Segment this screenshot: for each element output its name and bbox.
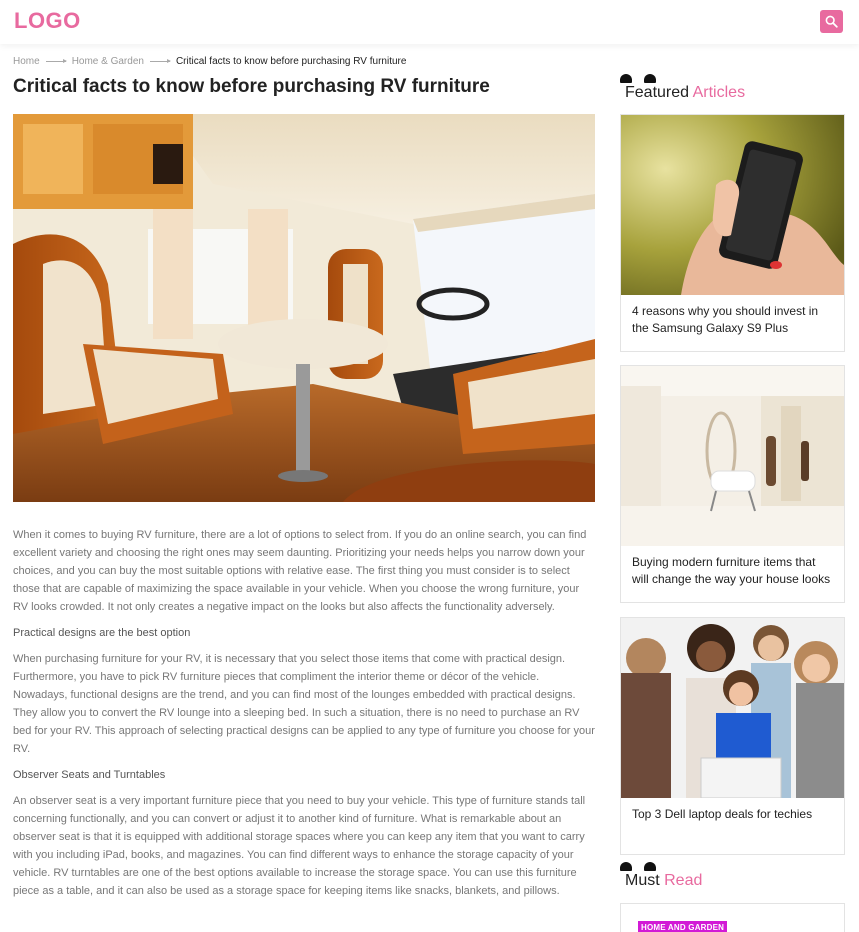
breadcrumb-current: Critical facts to know before purchasing…: [175, 56, 407, 67]
featured-card-image[interactable]: [621, 115, 844, 295]
article-paragraph: When it comes to buying RV furniture, th…: [13, 529, 587, 613]
article-body: When it comes to buying RV furniture, th…: [13, 526, 595, 908]
must-read-card[interactable]: HOME AND GARDEN: [620, 903, 845, 932]
featured-card[interactable]: Buying modern furniture items that will …: [620, 365, 845, 603]
breadcrumb-arrow-icon: [45, 59, 67, 63]
panda-ears-icon: [620, 862, 656, 872]
panda-ears-icon: [620, 74, 656, 84]
article-title: Critical facts to know before purchasing…: [13, 76, 490, 97]
must-read-title-accent: Read: [664, 872, 703, 889]
breadcrumb-home-garden[interactable]: Home & Garden: [72, 56, 144, 67]
breadcrumb-home[interactable]: Home: [13, 56, 40, 67]
site-logo[interactable]: LOGO: [14, 8, 81, 34]
featured-card-image[interactable]: [621, 618, 844, 798]
article-paragraph: When purchasing furniture for your RV, i…: [13, 653, 595, 755]
featured-card[interactable]: Top 3 Dell laptop deals for techies: [620, 617, 845, 855]
article-subheading: Observer Seats and Turntables: [13, 769, 166, 781]
article-paragraph: An observer seat is a very important fur…: [13, 795, 586, 897]
breadcrumb: Home Home & Garden Critical facts to kno…: [13, 56, 406, 67]
featured-title-accent: Articles: [692, 84, 746, 101]
article-subheading: Practical designs are the best option: [13, 627, 191, 639]
breadcrumb-arrow-icon: [149, 59, 171, 63]
must-read-title-plain: Must: [625, 872, 660, 889]
must-read-heading: Must Read: [620, 862, 703, 890]
featured-card-caption[interactable]: Top 3 Dell laptop deals for techies: [621, 798, 844, 854]
search-button[interactable]: [820, 10, 843, 33]
featured-card-caption[interactable]: Buying modern furniture items that will …: [621, 546, 844, 602]
featured-card-caption[interactable]: 4 reasons why you should invest in the S…: [621, 295, 844, 351]
featured-title-plain: Featured: [625, 84, 690, 101]
site-header: LOGO: [0, 0, 859, 44]
search-icon: [825, 15, 838, 28]
featured-articles-heading: Featured Articles: [620, 74, 746, 102]
article-hero-image: [13, 114, 595, 502]
category-badge[interactable]: HOME AND GARDEN: [638, 921, 728, 932]
featured-card-image[interactable]: [621, 366, 844, 546]
featured-card[interactable]: 4 reasons why you should invest in the S…: [620, 114, 845, 352]
